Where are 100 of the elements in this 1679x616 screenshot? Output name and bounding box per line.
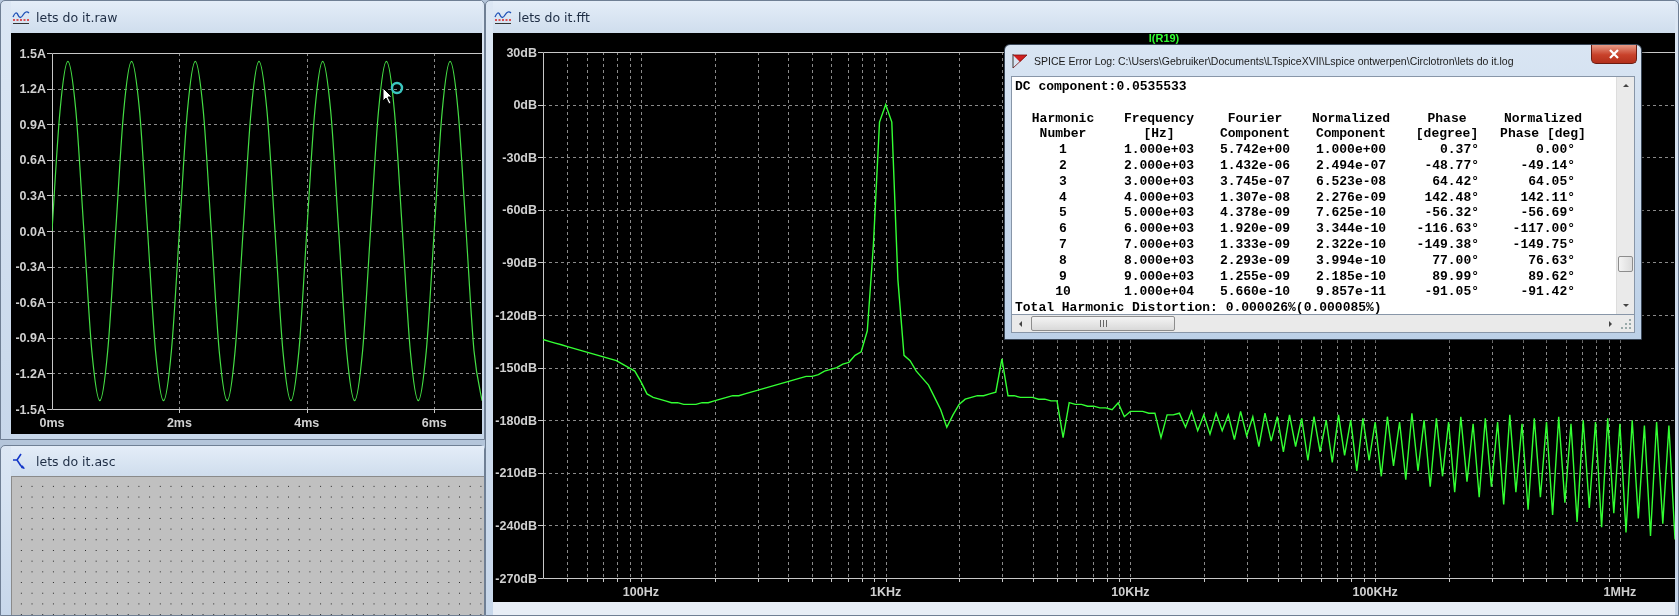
column-header: Normalized (1311, 110, 1391, 127)
table-cell-text: 3.000e+03 (1122, 173, 1196, 190)
axis-label: 100Hz (622, 585, 659, 599)
table-cell-text: 0.00° (1535, 142, 1576, 158)
table-cell-text: -149.75° (1511, 236, 1576, 253)
table-cell-text: 5 (1058, 205, 1068, 222)
table-cell-text: 8.000e+03 (1122, 252, 1196, 269)
table-cell-text: 3.994e-10 (1314, 252, 1388, 269)
table-cell-text: 1.000e+04 (1122, 284, 1196, 301)
table-cell-text: 2.322e-10 (1314, 236, 1388, 253)
axis-label: -0.3A (15, 260, 46, 275)
table-cell-text: 7.625e-10 (1314, 205, 1388, 222)
axis-label: 1.2A (19, 82, 46, 97)
table-cell-text: 1.920e-09 (1218, 221, 1292, 237)
axis-label: 30dB (506, 45, 537, 60)
table-cell-text: -91.42° (1519, 284, 1576, 301)
table-cell-text: 89.99° (1431, 268, 1480, 285)
table-cell-text: 5.000e+03 (1122, 205, 1196, 222)
axis-label: 10KHz (1111, 585, 1150, 599)
table-cell-text: 3 (1058, 173, 1068, 190)
table-cell-text: 3.344e-10 (1314, 221, 1388, 237)
table-cell-text: 76.63° (1527, 252, 1576, 269)
down-arrow-icon (1621, 301, 1630, 310)
close-icon (1608, 49, 1620, 59)
table-cell-text: 0.37° (1439, 142, 1480, 158)
table-cell-text: 4.000e+03 (1122, 189, 1196, 206)
axis-label: 1MHz (1603, 585, 1637, 599)
table-cell-text: 2.185e-10 (1314, 268, 1388, 285)
table-cell-text: 6.000e+03 (1122, 221, 1196, 237)
table-cell-text: 142.48° (1423, 189, 1480, 206)
table-cell-text: -49.14° (1519, 158, 1576, 174)
table-cell-text: -56.69° (1519, 205, 1576, 222)
table-cell-text: -56.32° (1423, 205, 1480, 222)
table-cell-text: 5.660e-10 (1218, 284, 1292, 301)
column-header: Phase [deg] (1499, 126, 1587, 143)
axis-label: -1.2A (15, 366, 46, 381)
axis-label: -0.6A (15, 295, 46, 310)
table-cell-text: 1.333e-09 (1218, 236, 1292, 253)
column-header: [degree] (1414, 126, 1480, 143)
table-cell-text: 1.432e-06 (1218, 158, 1292, 174)
table-cell-text: 2.293e-09 (1218, 252, 1292, 269)
table-cell-text: 4.378e-09 (1218, 205, 1292, 222)
table-cell-text: -117.00° (1511, 221, 1576, 237)
table-cell-text: -91.05° (1423, 284, 1480, 301)
table-cell-text: 7 (1058, 236, 1068, 253)
resize-grip-icon (1620, 318, 1632, 330)
table-cell-text: 1.000e+00 (1314, 142, 1388, 158)
column-header: Number (1038, 126, 1088, 143)
axis-label: -270dB (495, 571, 537, 586)
table-cell-text: 9 (1058, 268, 1068, 285)
table-cell-text: 9.000e+03 (1122, 268, 1196, 285)
axis-label: 0.3A (19, 188, 46, 203)
window-title: lets do it.asc (36, 453, 116, 469)
table-cell-text: 6 (1058, 221, 1068, 237)
column-header: [Hz] (1142, 126, 1176, 143)
table-cell-text: 5.742e+00 (1218, 142, 1292, 158)
up-arrow-icon (1621, 81, 1630, 90)
table-cell-text: 1.255e-09 (1218, 268, 1292, 285)
waveform-icon (12, 9, 30, 25)
axis-label: 1KHz (870, 585, 902, 599)
table-cell-text: 2.000e+03 (1122, 158, 1196, 174)
table-cell-text: 6.523e-08 (1314, 173, 1388, 190)
table-cell-text: 1.307e-08 (1218, 189, 1292, 206)
axis-label: -150dB (495, 361, 537, 376)
table-cell-text: 142.11° (1519, 189, 1576, 206)
close-button[interactable] (1591, 45, 1637, 64)
table-cell-text: 1 (1058, 142, 1068, 158)
table-cell-text: -149.38° (1415, 236, 1480, 253)
axis-label: -1.5A (15, 402, 46, 417)
table-cell-text: 64.05° (1527, 173, 1576, 190)
table-cell-text: 9.857e-11 (1314, 284, 1388, 301)
axis-label: 0ms (39, 416, 65, 430)
waveform-icon (494, 9, 512, 25)
column-header: Harmonic (1030, 110, 1096, 127)
axis-label: 100KHz (1352, 585, 1398, 599)
axis-label: -240dB (495, 518, 537, 533)
axis-label: -0.9A (15, 331, 46, 346)
table-cell-text: 64.42° (1431, 173, 1480, 190)
scrollbar-thumb[interactable] (1618, 256, 1633, 272)
axis-label: 1.5A (19, 46, 46, 61)
scrollbar-thumb[interactable] (1031, 316, 1175, 331)
flag-icon (1011, 52, 1029, 69)
axis-label: 4ms (294, 416, 320, 430)
column-header: Normalized (1503, 110, 1583, 127)
log-line: DC component:0.0535533 (1015, 79, 1188, 95)
window-title: SPICE Error Log: C:\Users\Gebruiker\Documents\LTspiceXVII\Lspice ontwerpen\Circlotron\lets do it.log (1034, 54, 1514, 67)
table-cell-text: 4 (1058, 189, 1068, 206)
grip-icon (1098, 320, 1108, 327)
axis-label: 0.6A (19, 153, 46, 168)
log-line: Total Harmonic Distortion: 0.000026%(0.000085%) (1015, 300, 1383, 314)
table-cell-text: -48.77° (1423, 158, 1480, 174)
table-cell-text: 2.276e-09 (1314, 189, 1388, 206)
column-header: Fourier (1226, 110, 1284, 127)
column-header: Component (1218, 126, 1292, 143)
axis-label: -90dB (502, 255, 537, 270)
column-header: Component (1314, 126, 1388, 143)
window-title: lets do it.fft (518, 9, 590, 25)
column-header: Phase (1426, 110, 1468, 127)
window-title: lets do it.raw (36, 9, 118, 25)
table-cell-text: 3.745e-07 (1218, 173, 1292, 190)
